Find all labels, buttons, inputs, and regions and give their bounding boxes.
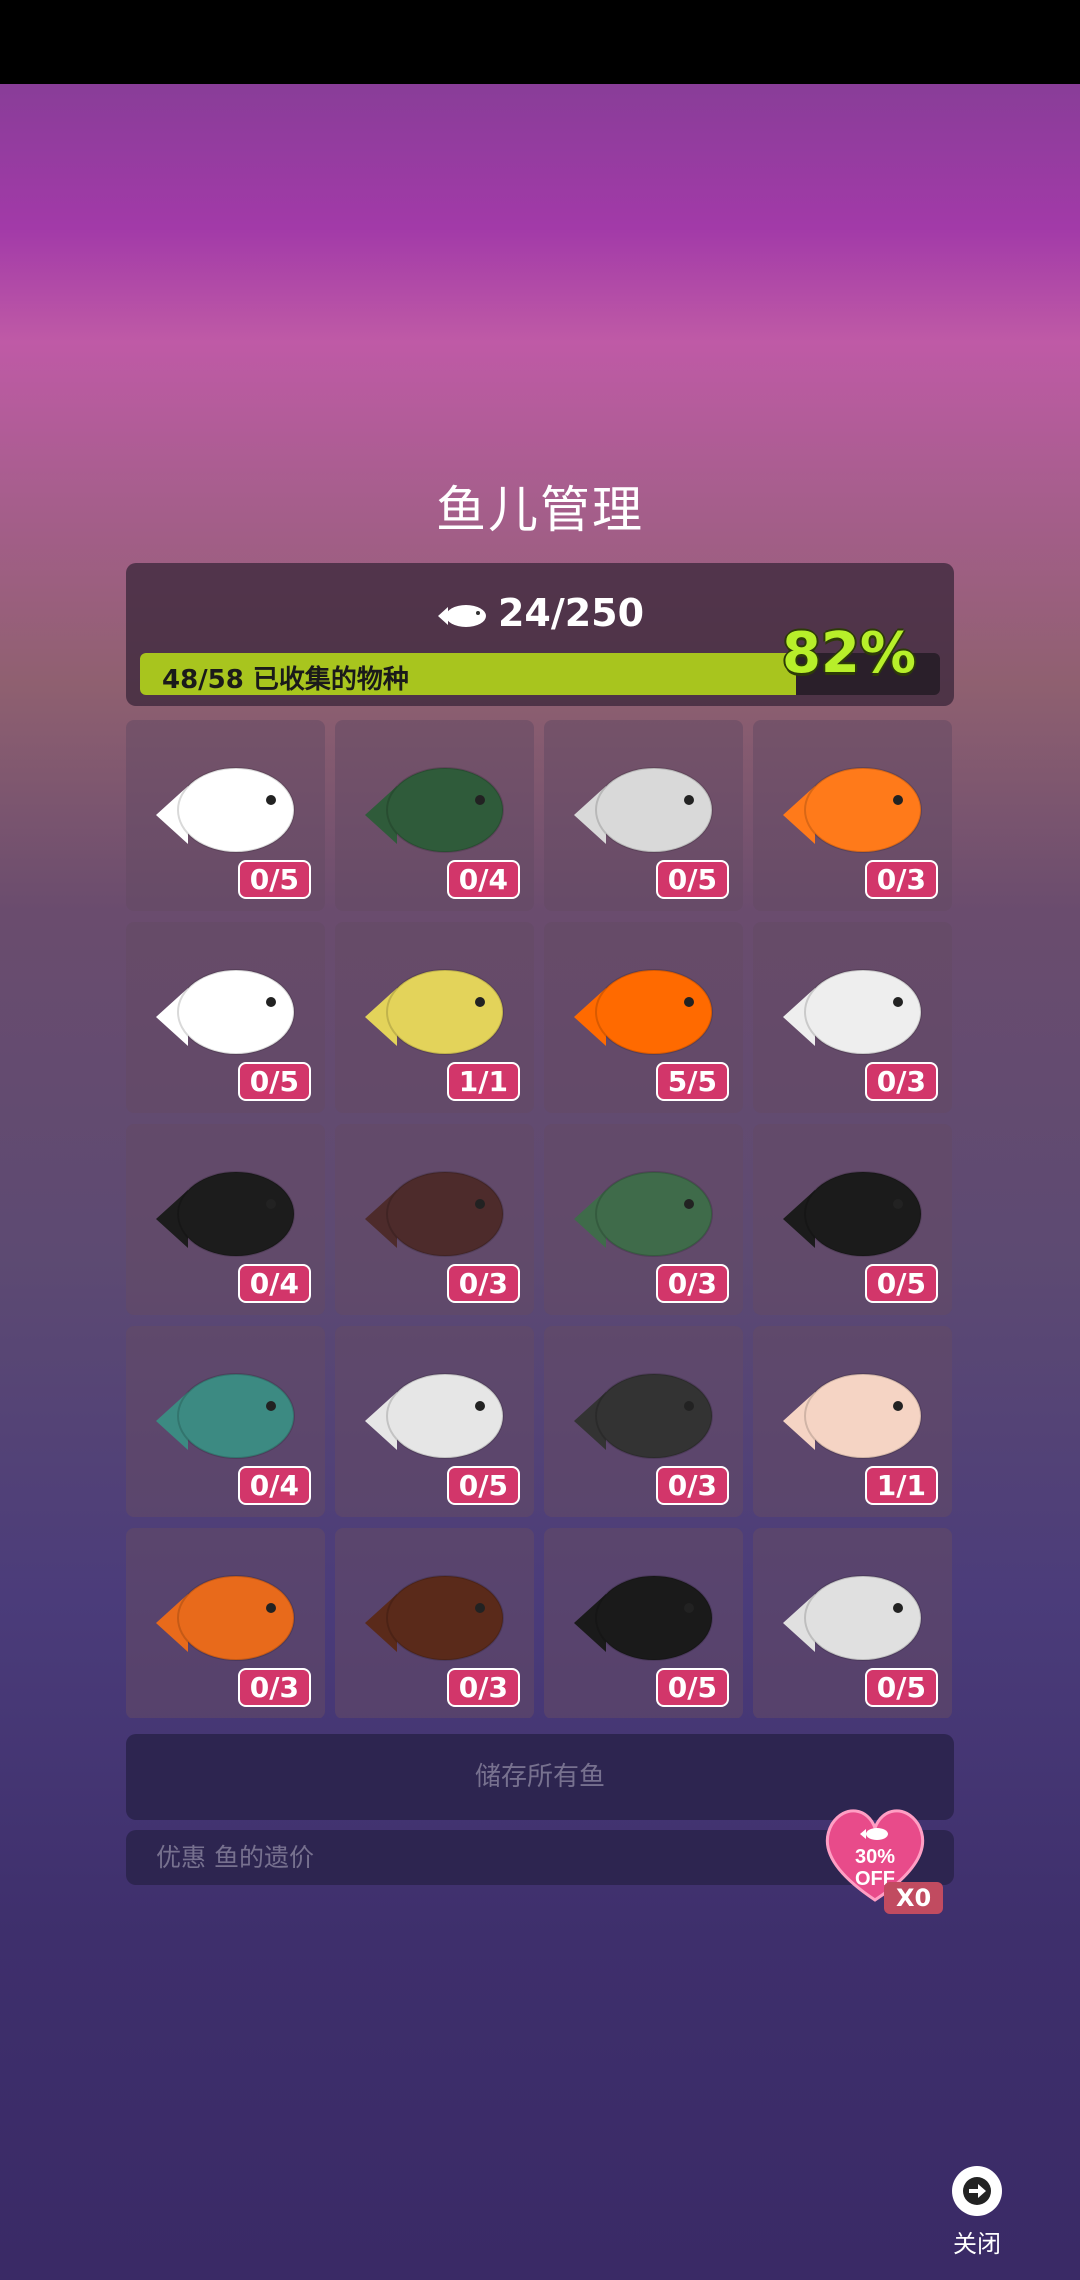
fish-tile[interactable]: 0/4 xyxy=(126,1326,325,1517)
species-percent: 82% xyxy=(781,621,916,686)
fish-tile[interactable]: 0/5 xyxy=(126,720,325,911)
fish-tile[interactable]: 0/5 xyxy=(544,720,743,911)
fish-count-badge: 0/4 xyxy=(446,860,520,899)
summary-panel: 24/250 48/58 已收集的物种 82% xyxy=(126,563,954,706)
fish-count-badge: 0/3 xyxy=(655,1466,729,1505)
fish-count-badge: 0/3 xyxy=(446,1668,520,1707)
discount-label: 优惠 鱼的遗价 xyxy=(156,1843,314,1872)
fish-tile[interactable]: 0/3 xyxy=(544,1326,743,1517)
fish-tile[interactable]: 1/1 xyxy=(753,1326,952,1517)
fish-tile[interactable]: 0/3 xyxy=(753,720,952,911)
fish-count-badge: 0/4 xyxy=(237,1264,311,1303)
fish-tile[interactable]: 0/3 xyxy=(335,1124,534,1315)
fish-count-badge: 0/5 xyxy=(446,1466,520,1505)
fish-tile[interactable]: 0/3 xyxy=(126,1528,325,1718)
fish-count-badge: 1/1 xyxy=(446,1062,520,1101)
page-title: 鱼儿管理 xyxy=(436,481,644,539)
discount-multiplier: X0 xyxy=(884,1882,944,1914)
fish-count-badge: 0/3 xyxy=(446,1264,520,1303)
fish-count-badge: 0/3 xyxy=(237,1668,311,1707)
arrow-right-icon xyxy=(952,2166,1002,2216)
fish-count-badge: 0/5 xyxy=(237,860,311,899)
fish-tile[interactable]: 0/5 xyxy=(544,1528,743,1718)
fish-icon xyxy=(437,604,486,627)
fish-count-badge: 0/5 xyxy=(655,860,729,899)
fish-tile[interactable]: 1/1 xyxy=(335,922,534,1113)
fish-count-badge: 0/5 xyxy=(655,1668,729,1707)
fish-count-value: 24/250 xyxy=(497,591,645,635)
fish-tile[interactable]: 0/4 xyxy=(335,720,534,911)
fish-count-badge: 0/3 xyxy=(864,860,938,899)
close-button[interactable]: 关闭 xyxy=(944,2166,1010,2259)
fish-tile[interactable]: 0/3 xyxy=(335,1528,534,1718)
fish-count-badge: 0/3 xyxy=(655,1264,729,1303)
fish-count-badge: 0/5 xyxy=(864,1668,938,1707)
discount-percent-text: 30% xyxy=(855,1846,895,1868)
fish-tile[interactable]: 0/3 xyxy=(544,1124,743,1315)
fish-count-badge: 0/4 xyxy=(237,1466,311,1505)
fish-tile[interactable]: 5/5 xyxy=(544,922,743,1113)
fish-count-badge: 5/5 xyxy=(655,1062,729,1101)
fish-count-badge: 0/3 xyxy=(864,1062,938,1101)
fish-grid: 0/5 0/4 0/5 0/3 0/5 1/1 5/5 0/3 0/4 0/3 0/3 0/5 0/4 0… xyxy=(126,720,954,1718)
close-label: 关闭 xyxy=(953,2230,1001,2258)
fish-count-badge: 1/1 xyxy=(864,1466,938,1505)
fish-tile[interactable]: 0/5 xyxy=(335,1326,534,1517)
fish-count-badge: 0/5 xyxy=(864,1264,938,1303)
fish-tile[interactable]: 0/5 xyxy=(126,922,325,1113)
status-bar xyxy=(0,0,1080,84)
fish-tile[interactable]: 0/4 xyxy=(126,1124,325,1315)
fish-count-badge: 0/5 xyxy=(237,1062,311,1101)
fish-tile[interactable]: 0/5 xyxy=(753,1124,952,1315)
fish-tile[interactable]: 0/5 xyxy=(753,1528,952,1718)
fish-tile[interactable]: 0/3 xyxy=(753,922,952,1113)
species-progress-label: 48/58 已收集的物种 xyxy=(162,665,409,695)
